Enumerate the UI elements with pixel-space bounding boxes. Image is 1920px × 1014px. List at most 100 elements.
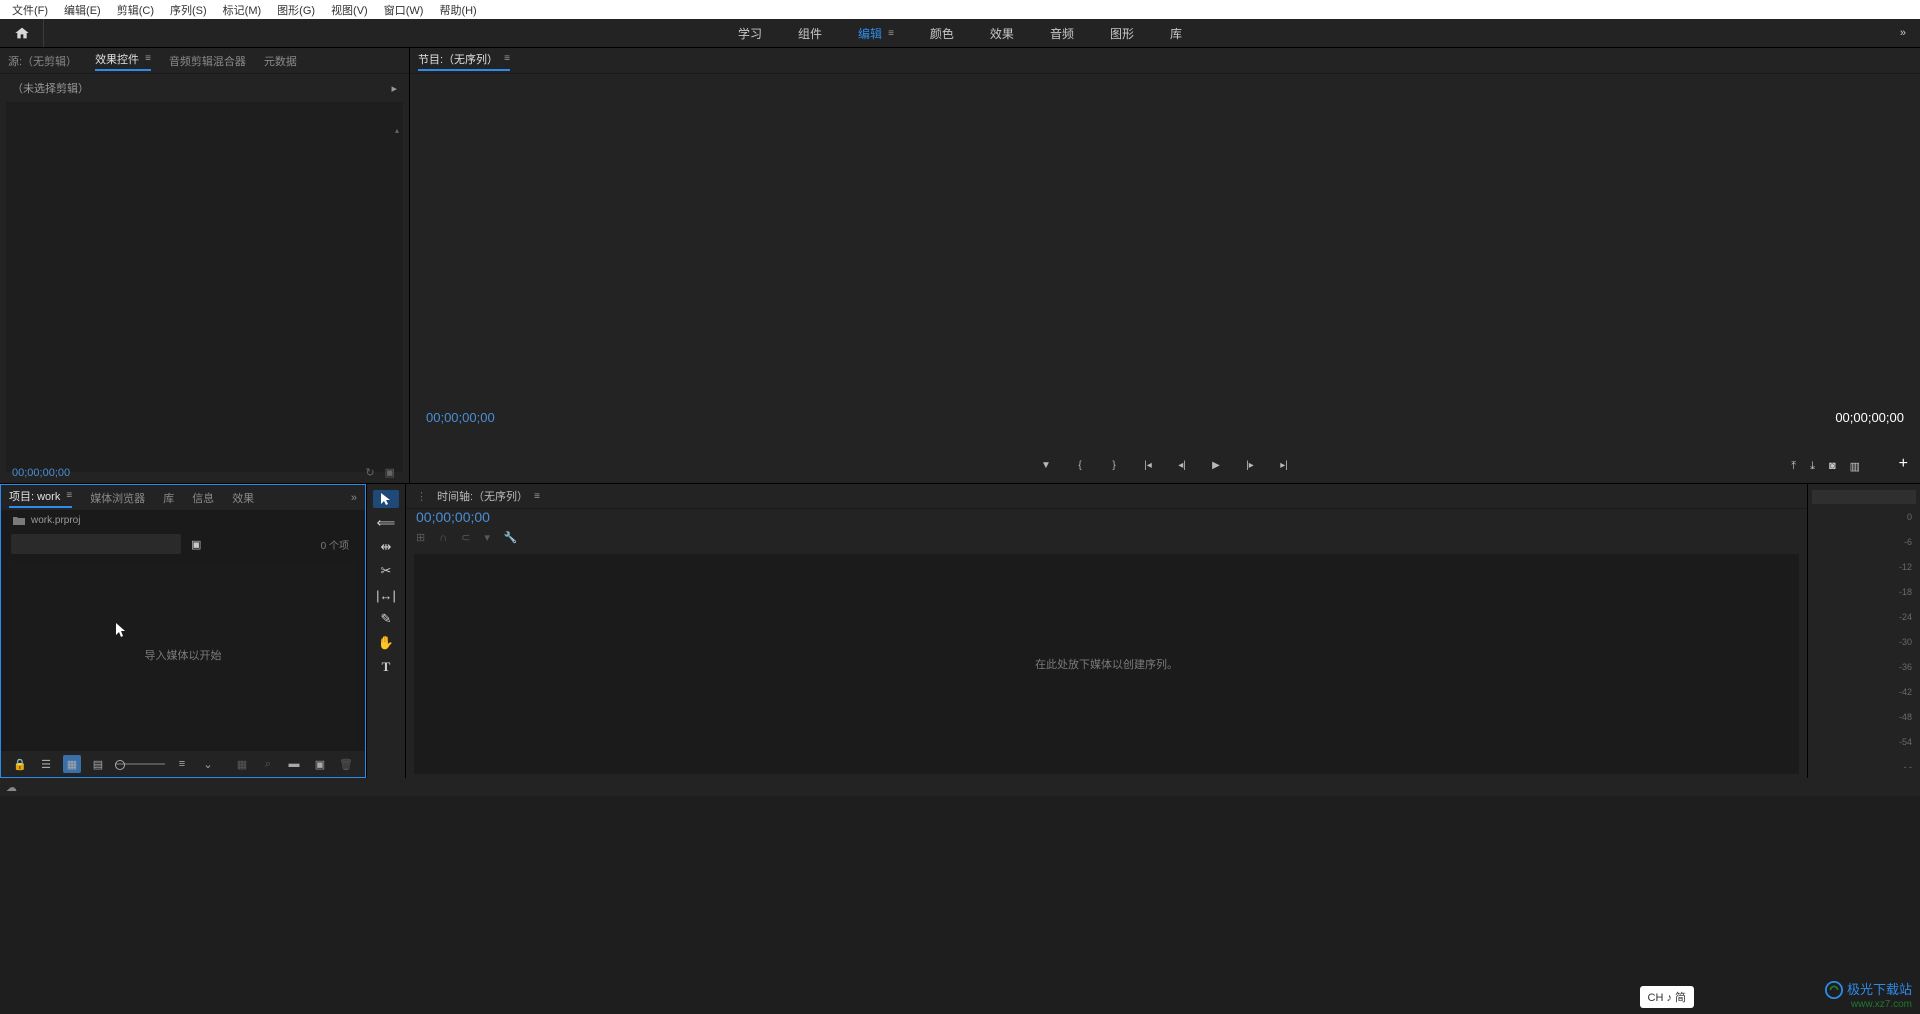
find-icon[interactable]: ⌕ <box>259 755 277 773</box>
ripple-edit-tool-icon[interactable]: ⇹ <box>373 538 399 556</box>
ws-editing[interactable]: 编辑≡ <box>858 25 894 42</box>
program-panel-tabs: 节目:（无序列）≡ <box>410 48 1920 74</box>
ws-assembly[interactable]: 组件 <box>798 25 822 42</box>
tab-source[interactable]: 源:（无剪辑） <box>8 53 77 69</box>
status-sync-icon[interactable]: ☁ <box>6 781 17 794</box>
meter-level: -48 <box>1899 712 1912 722</box>
list-view-icon[interactable]: ☰ <box>37 755 55 773</box>
nest-icon[interactable]: ⊞ <box>416 531 425 544</box>
settings-wrench-icon[interactable]: 🔧 <box>504 531 518 544</box>
menu-help[interactable]: 帮助(H) <box>431 0 484 19</box>
tab-library[interactable]: 库 <box>163 490 174 506</box>
automate-to-sequence-icon[interactable]: ▦ <box>233 755 251 773</box>
zoom-slider[interactable] <box>115 763 165 765</box>
filter-bin-icon[interactable]: ▣ <box>191 538 201 551</box>
no-clip-label: （未选择剪辑） <box>12 80 89 96</box>
ws-library[interactable]: 库 <box>1170 25 1182 42</box>
expand-icon[interactable]: ▸ <box>391 82 397 95</box>
ws-effects[interactable]: 效果 <box>990 25 1014 42</box>
menu-file[interactable]: 文件(F) <box>4 0 56 19</box>
lift-icon[interactable]: ⤒ <box>1791 460 1796 473</box>
tab-timeline[interactable]: 时间轴:（无序列）≡ <box>437 488 540 504</box>
tab-effect-controls[interactable]: 效果控件≡ <box>95 51 151 71</box>
timeline-header: ⋮ 时间轴:（无序列）≡ <box>406 484 1807 509</box>
loop-icon[interactable]: ↻ <box>365 466 374 479</box>
new-bin-icon[interactable]: ▬ <box>285 755 303 773</box>
project-panel-tabs: 项目: work≡ 媒体浏览器 库 信息 效果 » <box>1 485 365 511</box>
razor-tool-icon[interactable]: ✂ <box>373 562 399 580</box>
home-button[interactable] <box>0 19 44 47</box>
source-panel-tabs: 源:（无剪辑） 效果控件≡ 音频剪辑混合器 元数据 <box>0 48 409 74</box>
menu-marker[interactable]: 标记(M) <box>215 0 270 19</box>
hamburger-icon: ≡ <box>534 491 540 502</box>
project-item-count: 0 个项 <box>321 537 349 552</box>
icon-view-icon[interactable]: ▦ <box>63 755 81 773</box>
selection-tool-icon[interactable] <box>373 490 399 508</box>
project-overflow[interactable]: » <box>351 492 357 504</box>
program-panel: 节目:（无序列）≡ 00;00;00;00 00;00;00;00 ▼ { } … <box>410 48 1920 483</box>
button-editor-icon[interactable]: + <box>1899 455 1908 473</box>
tab-effects-panel[interactable]: 效果 <box>232 490 254 506</box>
effect-controls-body: ▴ <box>6 102 403 472</box>
meter-level: -24 <box>1899 612 1912 622</box>
comparison-view-icon[interactable]: ▥ <box>1850 460 1860 473</box>
timeline-grip-icon[interactable]: ⋮ <box>416 490 427 503</box>
ws-overflow[interactable]: » <box>1900 27 1906 39</box>
watermark-text1: 极光下载站 <box>1847 983 1912 997</box>
tab-project[interactable]: 项目: work≡ <box>9 488 72 508</box>
go-to-in-icon[interactable]: |◂ <box>1140 457 1156 473</box>
slip-tool-icon[interactable]: |↔| <box>373 586 399 604</box>
export-frame-icon[interactable]: ▣ <box>385 466 395 479</box>
ime-indicator[interactable]: CH ♪ 简 <box>1640 986 1695 1008</box>
tab-info[interactable]: 信息 <box>192 490 214 506</box>
step-back-icon[interactable]: ◂| <box>1174 457 1190 473</box>
project-search-input[interactable] <box>11 534 181 554</box>
extract-icon[interactable]: ⤓ <box>1810 460 1815 473</box>
mark-out-icon[interactable]: } <box>1106 457 1122 473</box>
menu-clip[interactable]: 剪辑(C) <box>109 0 162 19</box>
new-item-icon[interactable]: ▣ <box>311 755 329 773</box>
watermark-logo-icon <box>1825 981 1843 999</box>
mark-in-icon[interactable]: { <box>1072 457 1088 473</box>
sort-dropdown-icon[interactable]: ⌄ <box>199 755 217 773</box>
snap-icon[interactable]: ∩ <box>439 532 447 544</box>
tab-media-browser[interactable]: 媒体浏览器 <box>90 490 145 506</box>
add-marker-icon[interactable]: ▼ <box>1038 457 1054 473</box>
menu-view[interactable]: 视图(V) <box>323 0 376 19</box>
linked-selection-icon[interactable]: ⊂ <box>461 531 470 544</box>
program-monitor-view <box>410 74 1920 435</box>
tab-audio-clip-mixer[interactable]: 音频剪辑混合器 <box>169 53 246 69</box>
sort-icon[interactable]: ≡ <box>173 755 191 773</box>
timeline-timecode[interactable]: 00;00;00;00 <box>406 509 1807 525</box>
delete-icon[interactable]: 🗑 <box>337 755 355 773</box>
step-forward-icon[interactable]: |▸ <box>1242 457 1258 473</box>
freeform-view-icon[interactable]: ▤ <box>89 755 107 773</box>
tab-program[interactable]: 节目:（无序列）≡ <box>418 51 510 71</box>
pen-tool-icon[interactable]: ✎ <box>373 610 399 628</box>
project-body[interactable]: 导入媒体以开始 <box>11 562 355 747</box>
type-tool-icon[interactable]: T <box>373 658 399 676</box>
marker-icon[interactable]: ▾ <box>484 531 490 544</box>
ws-learn[interactable]: 学习 <box>738 25 762 42</box>
menu-sequence[interactable]: 序列(S) <box>162 0 215 19</box>
track-select-tool-icon[interactable]: ⟸ <box>373 514 399 532</box>
tab-metadata[interactable]: 元数据 <box>264 53 297 69</box>
source-timecode[interactable]: 00;00;00;00 <box>12 467 70 479</box>
ws-graphics[interactable]: 图形 <box>1110 25 1134 42</box>
hamburger-icon: ≡ <box>145 53 151 64</box>
menu-window[interactable]: 窗口(W) <box>376 0 432 19</box>
lock-icon[interactable]: 🔒 <box>11 755 29 773</box>
menu-graphics[interactable]: 图形(G) <box>269 0 323 19</box>
scroll-up-icon[interactable]: ▴ <box>395 126 399 135</box>
timeline-controls: ⊞ ∩ ⊂ ▾ 🔧 <box>406 525 1807 550</box>
timeline-body[interactable]: 在此处放下媒体以创建序列。 <box>414 554 1799 774</box>
menu-edit[interactable]: 编辑(E) <box>56 0 109 19</box>
meter-level: -30 <box>1899 637 1912 647</box>
program-timecode-left[interactable]: 00;00;00;00 <box>426 410 495 425</box>
play-icon[interactable]: ▶ <box>1208 457 1224 473</box>
ws-audio[interactable]: 音频 <box>1050 25 1074 42</box>
ws-color[interactable]: 颜色 <box>930 25 954 42</box>
camera-icon[interactable]: ◙ <box>1829 460 1836 473</box>
go-to-out-icon[interactable]: ▸| <box>1276 457 1292 473</box>
hand-tool-icon[interactable]: ✋ <box>373 634 399 652</box>
